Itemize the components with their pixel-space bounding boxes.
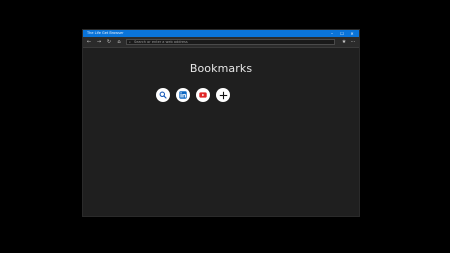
- title-bar: The Life Get Browser – ☐ ✕: [83, 30, 359, 37]
- youtube-icon: [199, 92, 207, 98]
- browser-toolbar: ← → ↻ ⌂ ⌕ Search or enter a web address …: [83, 37, 359, 48]
- browser-window: The Life Get Browser – ☐ ✕ ← → ↻ ⌂ ⌕ Sea…: [83, 30, 359, 216]
- add-bookmark-button[interactable]: [216, 88, 230, 102]
- reload-button[interactable]: ↻: [105, 38, 113, 46]
- page-title: Bookmarks: [189, 62, 253, 75]
- home-button[interactable]: ⌂: [115, 38, 123, 46]
- minimize-button[interactable]: –: [327, 30, 337, 37]
- favorites-button[interactable]: ★: [340, 38, 348, 46]
- bookmark-linkedin[interactable]: [176, 88, 190, 102]
- address-placeholder: Search or enter a web address: [134, 40, 188, 44]
- bookmark-youtube[interactable]: [196, 88, 210, 102]
- more-button[interactable]: ⋯: [349, 38, 357, 46]
- window-title: The Life Get Browser: [87, 31, 124, 35]
- address-bar[interactable]: ⌕ Search or enter a web address: [126, 39, 335, 45]
- forward-button[interactable]: →: [95, 38, 103, 46]
- close-button[interactable]: ✕: [347, 30, 357, 37]
- back-button[interactable]: ←: [85, 38, 93, 46]
- bookmark-search[interactable]: [156, 88, 170, 102]
- search-icon: [159, 91, 167, 99]
- window-controls: – ☐ ✕: [327, 30, 357, 37]
- search-icon: ⌕: [129, 40, 131, 44]
- add-icon: [219, 91, 227, 99]
- linkedin-icon: [179, 91, 187, 99]
- maximize-button[interactable]: ☐: [337, 30, 347, 37]
